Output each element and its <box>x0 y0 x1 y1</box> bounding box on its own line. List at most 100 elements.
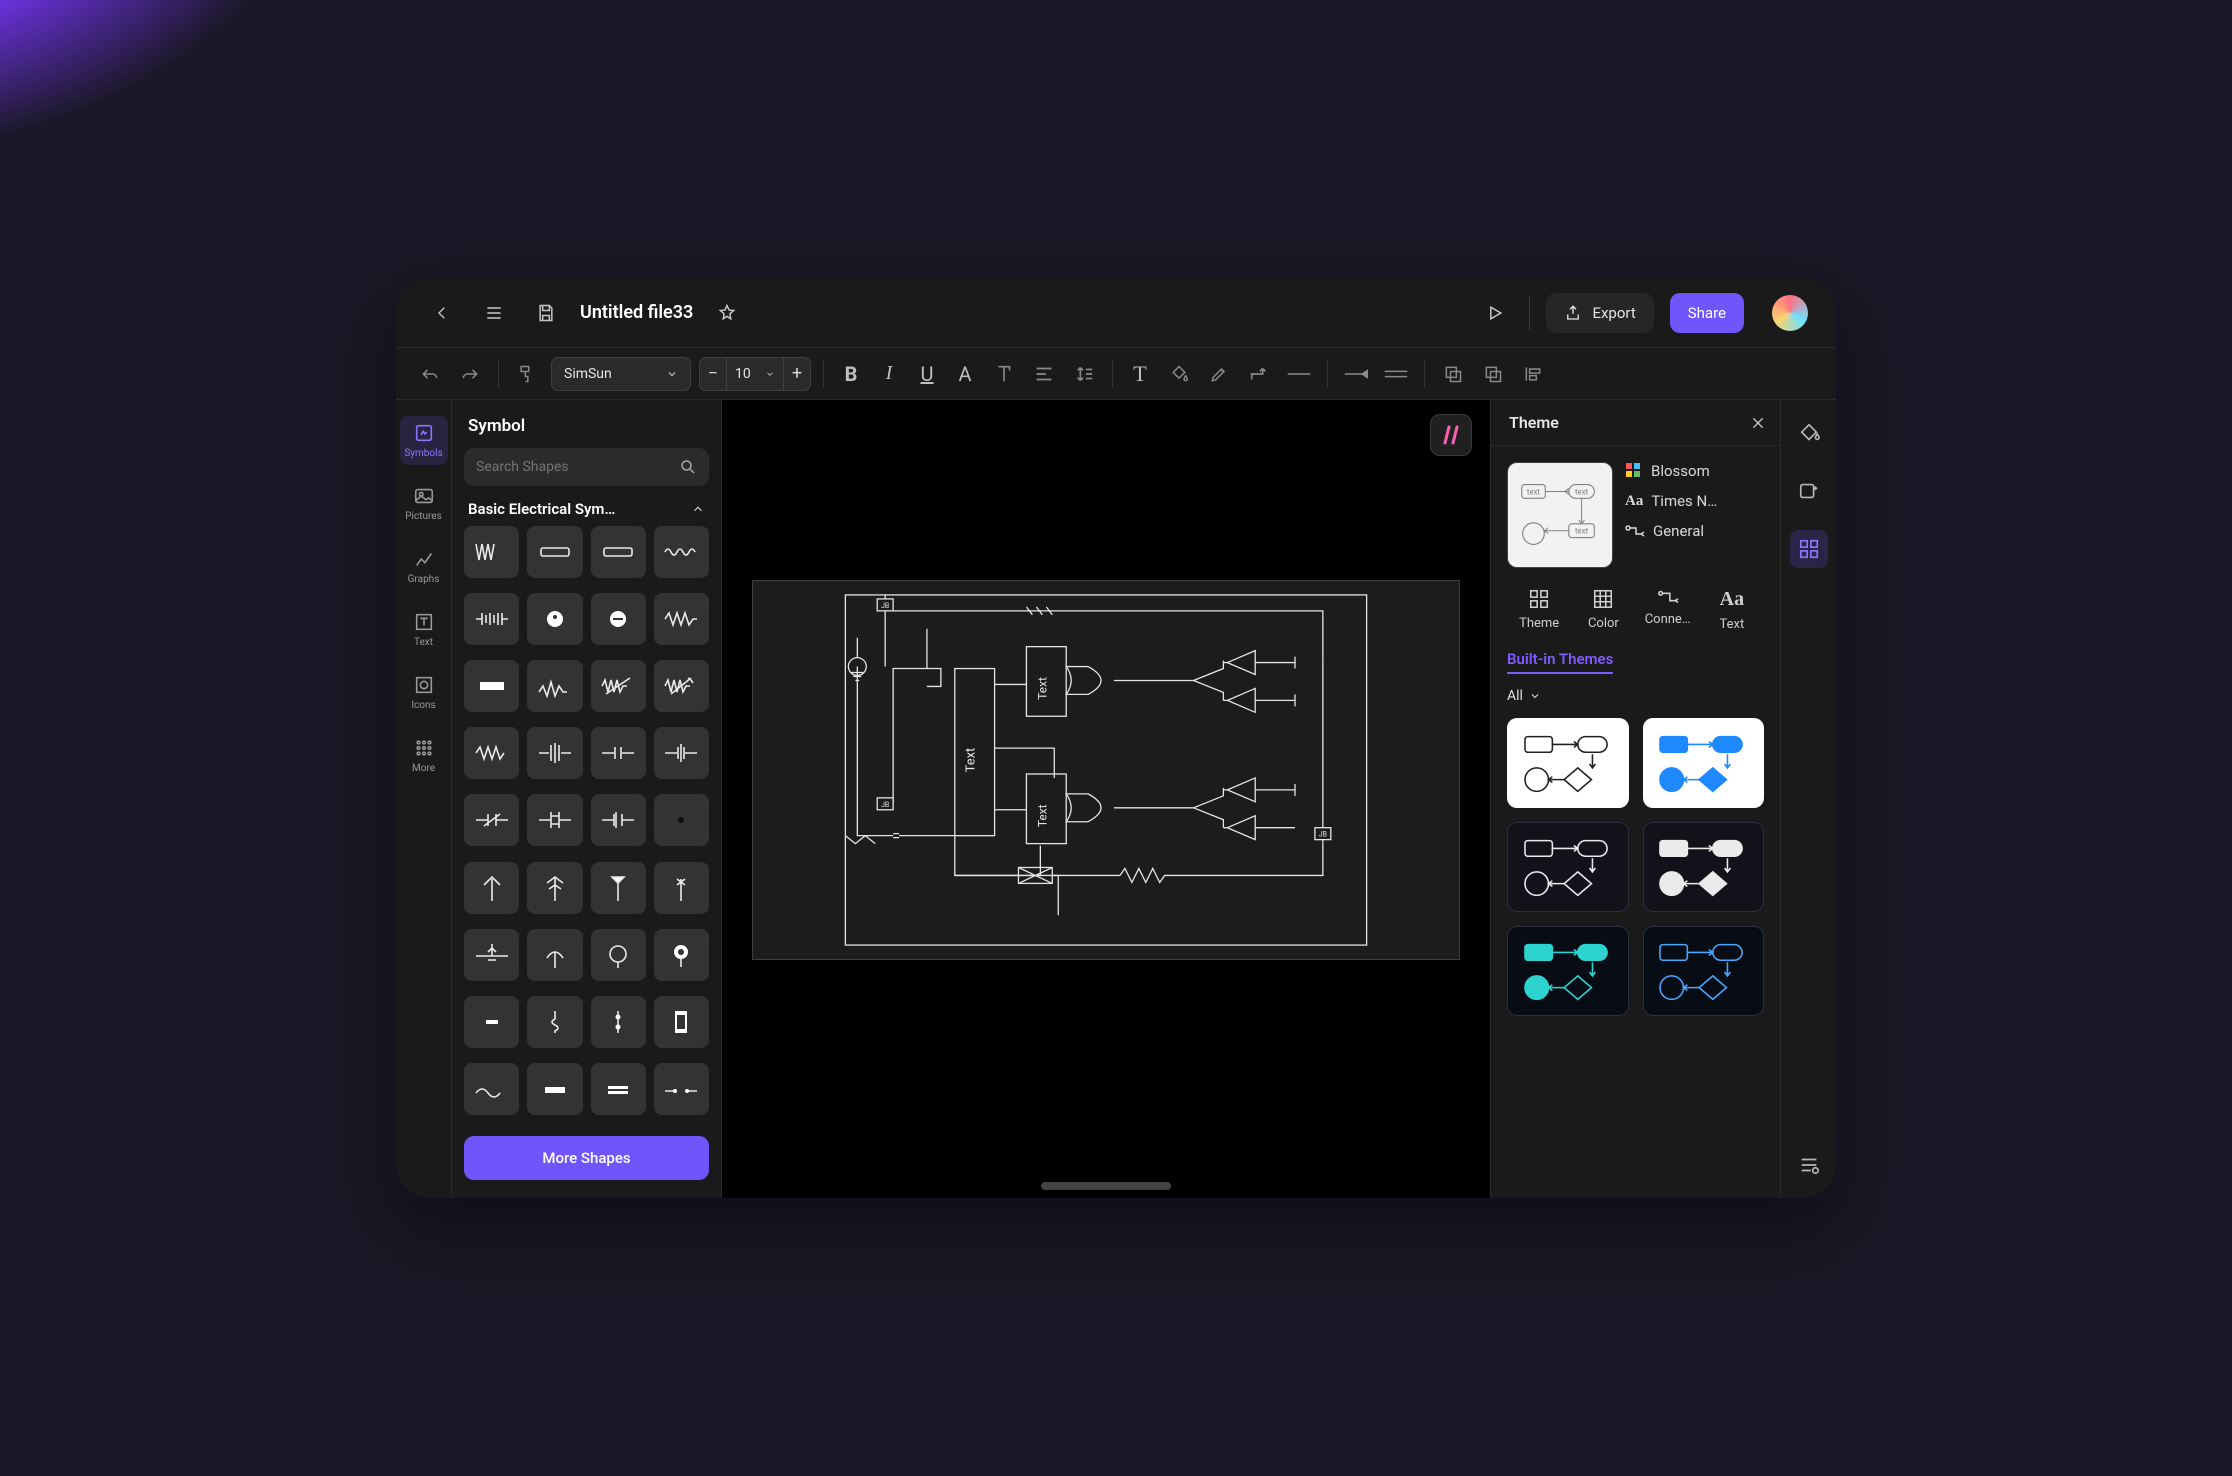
text-tool-button[interactable]: T <box>1125 361 1155 387</box>
rail-pictures[interactable]: Pictures <box>400 479 448 528</box>
symbol-item[interactable] <box>591 526 646 578</box>
user-avatar[interactable] <box>1772 295 1808 331</box>
tab-connector[interactable]: Conne… <box>1636 588 1700 632</box>
symbol-item[interactable] <box>464 727 519 779</box>
bring-front-button[interactable] <box>1437 358 1469 390</box>
symbol-item[interactable] <box>591 660 646 712</box>
more-shapes-button[interactable]: More Shapes <box>464 1136 709 1180</box>
theme-option[interactable] <box>1507 718 1629 808</box>
symbol-item[interactable] <box>527 1063 582 1115</box>
symbol-item[interactable] <box>527 996 582 1048</box>
font-size-value[interactable]: 10 <box>727 357 783 391</box>
symbol-search-input[interactable] <box>476 459 669 475</box>
symbol-item[interactable] <box>464 526 519 578</box>
symbol-item[interactable] <box>591 727 646 779</box>
symbol-item[interactable] <box>527 526 582 578</box>
theme-thumbnail[interactable]: text text text <box>1507 462 1613 568</box>
theme-option[interactable] <box>1507 926 1629 1016</box>
redo-button[interactable] <box>454 358 486 390</box>
symbol-item[interactable] <box>591 929 646 981</box>
undo-button[interactable] <box>414 358 446 390</box>
symbol-item[interactable] <box>527 794 582 846</box>
symbol-item[interactable] <box>591 794 646 846</box>
font-size-decrease[interactable]: − <box>699 357 727 391</box>
theme-toggle-button[interactable] <box>1790 530 1828 568</box>
diagram-canvas[interactable]: JB JB JB Text Text Tex <box>752 580 1460 960</box>
canvas-area[interactable]: JB JB JB Text Text Tex <box>722 400 1490 1198</box>
play-button[interactable] <box>1477 295 1513 331</box>
line-style-button[interactable] <box>1283 358 1315 390</box>
builtin-themes-link[interactable]: Built-in Themes <box>1507 650 1613 674</box>
symbol-item[interactable] <box>591 996 646 1048</box>
rail-graphs[interactable]: Graphs <box>400 542 448 591</box>
align-button[interactable] <box>1028 358 1060 390</box>
text-height-button[interactable] <box>988 358 1020 390</box>
symbol-item[interactable] <box>654 727 709 779</box>
font-size-stepper[interactable]: − 10 + <box>699 357 811 391</box>
symbol-item[interactable] <box>654 593 709 645</box>
insert-button[interactable] <box>1790 472 1828 510</box>
font-size-increase[interactable]: + <box>783 357 811 391</box>
theme-option[interactable] <box>1643 718 1765 808</box>
export-button[interactable]: Export <box>1546 293 1653 333</box>
symbol-item[interactable] <box>654 660 709 712</box>
symbol-item[interactable] <box>527 929 582 981</box>
paint-bucket-button[interactable] <box>1790 414 1828 452</box>
symbol-item[interactable] <box>527 660 582 712</box>
favorite-star-button[interactable] <box>709 295 745 331</box>
theme-filter[interactable]: All <box>1507 688 1764 704</box>
tab-text[interactable]: AaText <box>1700 588 1764 632</box>
underline-button[interactable]: U <box>912 362 942 386</box>
theme-option[interactable] <box>1507 822 1629 912</box>
symbol-item[interactable] <box>527 593 582 645</box>
bold-button[interactable]: B <box>836 362 866 386</box>
menu-button[interactable] <box>476 295 512 331</box>
symbol-item[interactable] <box>464 929 519 981</box>
symbol-item[interactable] <box>527 727 582 779</box>
back-button[interactable] <box>424 295 460 331</box>
theme-option[interactable] <box>1643 822 1765 912</box>
italic-button[interactable]: I <box>874 362 904 385</box>
symbol-item[interactable] <box>654 1063 709 1115</box>
symbol-item[interactable] <box>654 862 709 914</box>
highlight-button[interactable] <box>1203 358 1235 390</box>
tab-color[interactable]: Color <box>1571 588 1635 632</box>
symbol-search[interactable] <box>464 448 709 486</box>
format-painter-button[interactable] <box>511 358 543 390</box>
symbol-item[interactable] <box>527 862 582 914</box>
send-back-button[interactable] <box>1477 358 1509 390</box>
line-spacing-button[interactable] <box>1068 358 1100 390</box>
symbol-item[interactable] <box>654 526 709 578</box>
rail-icons[interactable]: Icons <box>400 668 448 717</box>
font-color-button[interactable]: A <box>950 362 980 386</box>
fill-button[interactable] <box>1163 358 1195 390</box>
arrow-start-button[interactable] <box>1340 358 1372 390</box>
connector-style-button[interactable] <box>1243 358 1275 390</box>
symbol-item[interactable] <box>464 1063 519 1115</box>
symbol-item[interactable] <box>464 794 519 846</box>
symbol-item[interactable] <box>464 660 519 712</box>
theme-option[interactable] <box>1643 926 1765 1016</box>
rail-text[interactable]: Text <box>400 605 448 654</box>
symbol-item[interactable] <box>591 1063 646 1115</box>
align-objects-button[interactable] <box>1517 358 1549 390</box>
symbol-item[interactable] <box>591 862 646 914</box>
symbol-item[interactable] <box>654 794 709 846</box>
rail-symbols[interactable]: Symbols <box>400 416 448 465</box>
file-title[interactable]: Untitled file33 <box>580 302 693 323</box>
symbol-item[interactable] <box>654 929 709 981</box>
symbol-item[interactable] <box>591 593 646 645</box>
symbol-item[interactable] <box>464 593 519 645</box>
symbol-item[interactable] <box>464 996 519 1048</box>
horizontal-scrollbar[interactable] <box>1041 1182 1171 1190</box>
symbol-item[interactable] <box>464 862 519 914</box>
rail-more[interactable]: More <box>400 731 448 780</box>
font-family-select[interactable]: SimSun <box>551 357 691 391</box>
symbol-item[interactable] <box>654 996 709 1048</box>
save-icon[interactable] <box>528 295 564 331</box>
close-icon[interactable] <box>1750 415 1766 431</box>
settings-list-button[interactable] <box>1790 1146 1828 1184</box>
ai-assistant-button[interactable] <box>1430 414 1472 456</box>
symbol-group-header[interactable]: Basic Electrical Sym… <box>452 486 721 526</box>
share-button[interactable]: Share <box>1670 293 1744 333</box>
